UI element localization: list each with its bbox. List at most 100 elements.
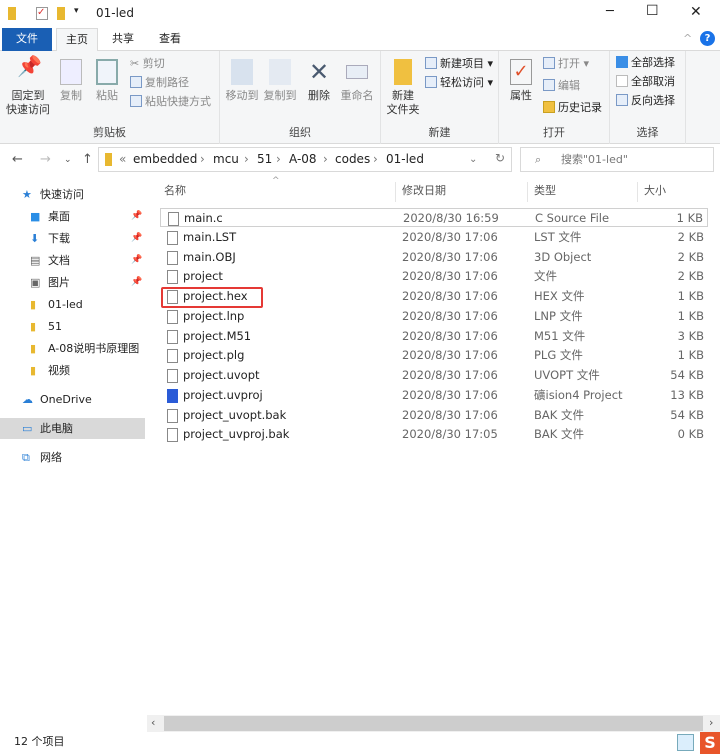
file-row[interactable]: main.LST 2020/8/30 17:06 LST 文件 2 KB (160, 228, 708, 247)
file-row[interactable]: project_uvproj.bak 2020/8/30 17:05 BAK 文件 0… (160, 425, 708, 444)
sidebar-item[interactable]: ▤ 文档 📌 (0, 250, 145, 271)
delete-button[interactable]: ✕ 删除 (304, 59, 334, 103)
sogou-ime-icon[interactable]: S (700, 732, 720, 754)
address-dropdown-icon[interactable]: ⌄ (469, 154, 477, 165)
move-to-button[interactable]: 移动到 (224, 59, 260, 103)
close-button[interactable]: ✕ (690, 4, 702, 20)
details-view-button[interactable] (677, 734, 694, 751)
back-button[interactable]: ← (12, 152, 23, 167)
crumb-mcu[interactable]: mcu (213, 152, 239, 166)
crumb-embedded[interactable]: embedded (133, 152, 197, 166)
edit-button[interactable]: 编辑 (543, 77, 580, 95)
address-bar[interactable]: « embedded › mcu › 51 › A-08 › codes › 0… (98, 147, 512, 172)
copy-to-button[interactable]: 复制到 (262, 59, 298, 103)
select-none-button[interactable]: 全部取消 (616, 73, 675, 91)
minimize-button[interactable]: ─ (606, 4, 614, 19)
sidebar-item[interactable]: ▭ 此电脑 (0, 418, 145, 439)
sidebar-item[interactable]: ⧉ 网络 (0, 447, 145, 468)
tab-view[interactable]: 查看 (150, 28, 190, 51)
file-row[interactable]: project_uvopt.bak 2020/8/30 17:06 BAK 文件 54… (160, 406, 708, 425)
history-label: 历史记录 (558, 101, 602, 114)
crumb-separator[interactable]: › (244, 152, 249, 166)
file-icon (167, 369, 178, 383)
sidebar-item[interactable]: ★ 快速访问 (0, 184, 145, 205)
sidebar-item[interactable]: ▮ 视频 (0, 360, 145, 381)
file-row[interactable]: main.OBJ 2020/8/30 17:06 3D Object 2 KB (160, 248, 708, 267)
easy-access-button[interactable]: 轻松访问 ▾ (425, 74, 493, 92)
file-row[interactable]: main.c 2020/8/30 16:59 C Source File 1 KB (160, 208, 708, 227)
properties-button[interactable]: ✓ 属性 (505, 59, 537, 103)
sidebar-item[interactable]: ☁ OneDrive (0, 389, 145, 410)
crumb-separator[interactable]: › (373, 152, 378, 166)
up-button[interactable]: ↑ (82, 152, 93, 167)
sidebar-item[interactable]: ▮ 01-led (0, 294, 145, 315)
crumb-01-led[interactable]: 01-led (386, 152, 424, 166)
sidebar-item[interactable]: ■ 桌面 📌 (0, 206, 145, 227)
crumb-a08[interactable]: A-08 (289, 152, 317, 166)
pin-icon[interactable]: 📌 (131, 228, 142, 249)
crumb-51[interactable]: 51 (257, 152, 272, 166)
sidebar-item[interactable]: ⬇ 下载 📌 (0, 228, 145, 249)
properties-check-icon: ✓ (510, 59, 532, 85)
file-type: 3D Object (534, 249, 592, 264)
paste-shortcut-button[interactable]: 粘贴快捷方式 (130, 93, 211, 111)
search-input[interactable]: ⌕ 搜索"01-led" (520, 147, 714, 172)
crumb-separator[interactable]: › (276, 152, 281, 166)
pin-icon[interactable]: 📌 (131, 206, 142, 227)
pin-quick-access-button[interactable]: 📌 固定到 快速访问 (6, 56, 50, 117)
file-row[interactable]: project.uvopt 2020/8/30 17:06 UVOPT 文件 54 K… (160, 366, 708, 385)
overflow-crumb[interactable]: « (119, 152, 126, 166)
crumb-separator[interactable]: › (200, 152, 205, 166)
sidebar-item[interactable]: ▮ A-08说明书原理图 (0, 338, 145, 359)
horizontal-scrollbar[interactable]: ‹ › (147, 715, 720, 732)
new-item-button[interactable]: 新建项目 ▾ (425, 55, 493, 73)
history-button[interactable]: 历史记录 (543, 99, 602, 117)
folder-icon: ▮ (30, 298, 37, 311)
properties-quick-icon[interactable]: ✓ (36, 7, 48, 20)
file-name: project.plg (183, 348, 245, 363)
customize-toolbar-icon[interactable]: ▾ (74, 6, 79, 16)
star-icon: ★ (22, 188, 32, 201)
sidebar-item[interactable]: ▣ 图片 📌 (0, 272, 145, 293)
paste-button[interactable]: 粘贴 (92, 59, 122, 103)
help-icon[interactable]: ? (700, 31, 715, 46)
open-button[interactable]: 打开 ▾ (543, 55, 589, 73)
file-row[interactable]: project.plg 2020/8/30 17:06 PLG 文件 1 KB (160, 346, 708, 365)
tab-share[interactable]: 共享 (103, 28, 143, 51)
rename-button[interactable]: 重命名 (338, 59, 376, 103)
maximize-button[interactable]: ☐ (646, 3, 659, 19)
copy-path-button[interactable]: 复制路径 (130, 74, 189, 92)
new-folder-quick-icon[interactable] (57, 7, 65, 20)
tab-home[interactable]: 主页 (56, 28, 98, 51)
column-header-type[interactable]: 类型 (528, 182, 638, 202)
network-icon: ⧉ (22, 451, 30, 464)
file-row[interactable]: project.uvproj 2020/8/30 17:06 礦ision4 Pro… (160, 386, 708, 405)
download-icon: ⬇ (30, 232, 40, 245)
computer-icon: ▭ (22, 422, 33, 435)
column-header-date[interactable]: 修改日期 (396, 182, 528, 202)
pin-icon[interactable]: 📌 (131, 272, 142, 293)
tab-file[interactable]: 文件 (2, 28, 52, 51)
file-row[interactable]: project 2020/8/30 17:06 文件 2 KB (160, 267, 708, 286)
collapse-ribbon-icon[interactable]: ^ (683, 32, 692, 45)
crumb-codes[interactable]: codes (335, 152, 370, 166)
pin-icon[interactable]: 📌 (131, 250, 142, 271)
sidebar-item[interactable]: ▮ 51 (0, 316, 145, 337)
copy-button[interactable]: 复制 (56, 59, 86, 103)
invert-selection-button[interactable]: 反向选择 (616, 92, 675, 110)
cut-button[interactable]: ✂ 剪切 (130, 55, 165, 73)
file-row[interactable]: project.M51 2020/8/30 17:06 M51 文件 3 KB (160, 327, 708, 346)
refresh-icon[interactable]: ↻ (495, 151, 505, 165)
column-header-name[interactable]: 名称 (160, 182, 396, 202)
file-row[interactable]: project.lnp 2020/8/30 17:06 LNP 文件 1 KB (160, 307, 708, 326)
scroll-left-icon[interactable]: ‹ (151, 716, 155, 729)
file-icon (167, 309, 178, 324)
column-header-size[interactable]: 大小 (638, 182, 708, 202)
crumb-separator[interactable]: › (323, 152, 328, 166)
select-all-button[interactable]: 全部选择 (616, 54, 675, 72)
scroll-right-icon[interactable]: › (709, 716, 713, 729)
forward-button[interactable]: → (40, 152, 51, 167)
recent-locations-icon[interactable]: ⌄ (64, 155, 72, 165)
scroll-thumb[interactable] (164, 716, 703, 731)
new-folder-button[interactable]: 新建 文件夹 (385, 59, 421, 117)
